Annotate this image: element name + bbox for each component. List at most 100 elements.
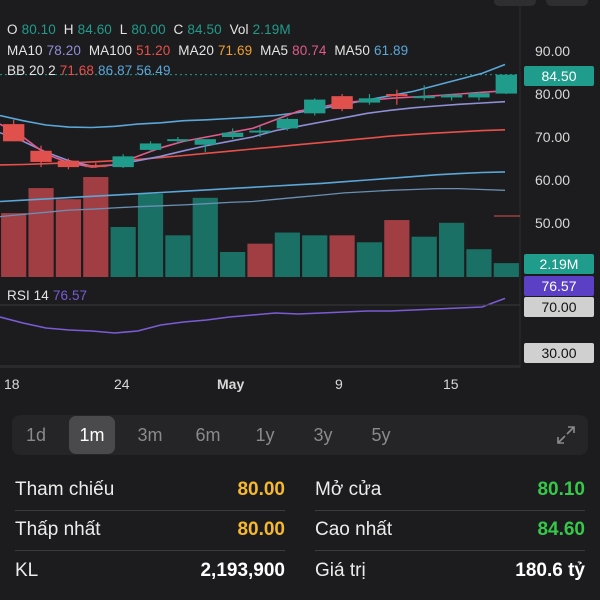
stock-chart[interactable]: O 80.10 H 84.60 L 80.00 C 84.50 Vol 2.19M MA1… — [0, 0, 600, 400]
ma20-label: MA20 — [178, 43, 214, 58]
stat-thap-nhat: Thấp nhất 80.00 — [15, 510, 285, 550]
candle-body — [331, 96, 353, 110]
stat-gia-tri: Giá trị 180.6 tỷ — [315, 551, 585, 591]
date-tick-18: 18 — [4, 376, 20, 392]
volume-bar — [220, 252, 246, 277]
period-6m[interactable]: 6m — [186, 415, 230, 455]
bb-lower-value: 56.49 — [136, 63, 171, 78]
tham-chieu-value: 80.00 — [237, 479, 285, 500]
low-value: 80.00 — [131, 22, 166, 37]
candle-body — [139, 143, 162, 150]
candle-body — [249, 130, 271, 133]
mo-cua-label: Mở cửa — [315, 479, 382, 500]
volume-bar — [274, 232, 300, 277]
volume-bar — [329, 235, 355, 277]
rsi-level-70-tag: 70.00 — [524, 297, 594, 317]
volume-bar — [493, 263, 519, 277]
volume-bar — [83, 177, 109, 277]
close-label: C — [173, 22, 184, 37]
rsi-line — [0, 297, 506, 334]
volume-bar — [302, 235, 328, 277]
current-price-tag: 84.50 — [524, 66, 594, 86]
volume-bar — [411, 236, 437, 277]
volume-bar — [192, 197, 218, 277]
kl-value: 2,193,900 — [200, 560, 285, 581]
chart-canvas[interactable] — [0, 0, 600, 400]
ma5-value: 80.74 — [292, 43, 327, 58]
candle-body — [167, 139, 189, 142]
period-3y[interactable]: 3y — [301, 415, 345, 455]
price-tick-50: 50.00 — [535, 215, 571, 231]
bb-upper-value: 86.87 — [98, 63, 133, 78]
period-1m[interactable]: 1m — [69, 416, 115, 454]
period-1y[interactable]: 1y — [243, 415, 287, 455]
rsi-tag: 76.57 — [524, 276, 594, 296]
kl-label: KL — [15, 560, 39, 581]
volume-bar — [1, 213, 27, 277]
volume-bar — [438, 222, 465, 277]
volume-bar — [384, 220, 410, 277]
tham-chieu-label: Tham chiếu — [15, 479, 115, 500]
candle-body — [386, 94, 408, 97]
candle-body — [3, 124, 25, 142]
candle-body — [194, 139, 216, 145]
period-3m[interactable]: 3m — [128, 415, 172, 455]
period-1d[interactable]: 1d — [14, 415, 58, 455]
rsi-value: 76.57 — [52, 288, 88, 303]
high-label: H — [63, 22, 74, 37]
volume-bar — [247, 243, 273, 277]
close-value: 84.50 — [187, 22, 222, 37]
ohlc-row: O 80.10 H 84.60 L 80.00 C 84.50 Vol 2.19M — [7, 22, 295, 37]
vol-label: Vol — [229, 22, 249, 37]
stat-cao-nhat: Cao nhất 84.60 — [315, 510, 585, 550]
date-tick-15: 15 — [443, 376, 459, 392]
gia-tri-value: 180.6 tỷ — [515, 560, 585, 581]
candle-body — [30, 150, 52, 162]
stat-kl: KL 2,193,900 — [15, 551, 285, 591]
volume-bar — [466, 249, 492, 277]
bollinger-row: BB 20 2 71.68 86.87 56.49 — [7, 63, 175, 78]
period-5y[interactable]: 5y — [359, 415, 403, 455]
candle-body — [276, 118, 299, 129]
price-tick-70: 70.00 — [535, 129, 571, 145]
ma50-label: MA50 — [334, 43, 370, 58]
cao-nhat-value: 84.60 — [537, 519, 585, 540]
candle-body — [57, 160, 80, 168]
volume-bar — [356, 242, 383, 277]
bb-middle-value: 71.68 — [59, 63, 95, 78]
ma10-value: 78.20 — [46, 43, 81, 58]
ma-row: MA10 78.20 MA100 51.20 MA20 71.69 MA5 80.74 … — [7, 43, 412, 58]
price-tick-90: 90.00 — [535, 43, 571, 59]
stat-mo-cua: Mở cửa 80.10 — [315, 470, 585, 510]
open-value: 80.10 — [21, 22, 56, 37]
price-tick-60: 60.00 — [535, 172, 571, 188]
rsi-row: RSI 14 76.57 — [7, 288, 91, 303]
price-tick-80: 80.00 — [535, 86, 571, 102]
candle-body — [221, 132, 244, 137]
top-button-right[interactable] — [546, 0, 588, 6]
bb-label: BB 20 2 — [7, 63, 56, 78]
ma5-label: MA5 — [260, 43, 289, 58]
high-value: 84.60 — [77, 22, 112, 37]
ma20-value: 71.69 — [217, 43, 253, 58]
volume-tag: 2.19M — [524, 254, 594, 274]
ma100-value: 51.20 — [136, 43, 171, 58]
ma5-line — [0, 90, 506, 168]
volume-bar — [28, 188, 54, 277]
open-label: O — [7, 22, 18, 37]
rsi-label: RSI 14 — [7, 288, 49, 303]
ma50-line — [0, 171, 506, 203]
volume-bar — [165, 235, 191, 277]
ma50-value: 61.89 — [373, 43, 409, 58]
candle-body — [358, 98, 381, 103]
date-tick-9: 9 — [335, 376, 343, 392]
candle-body — [468, 93, 490, 98]
expand-icon[interactable] — [556, 425, 576, 445]
candle-body — [495, 74, 517, 94]
low-label: L — [119, 22, 128, 37]
top-button-left[interactable] — [494, 0, 536, 6]
thap-nhat-label: Thấp nhất — [15, 519, 101, 540]
cao-nhat-label: Cao nhất — [315, 519, 393, 540]
chart-separator — [0, 365, 520, 368]
stat-tham-chieu: Tham chiếu 80.00 — [15, 470, 285, 510]
